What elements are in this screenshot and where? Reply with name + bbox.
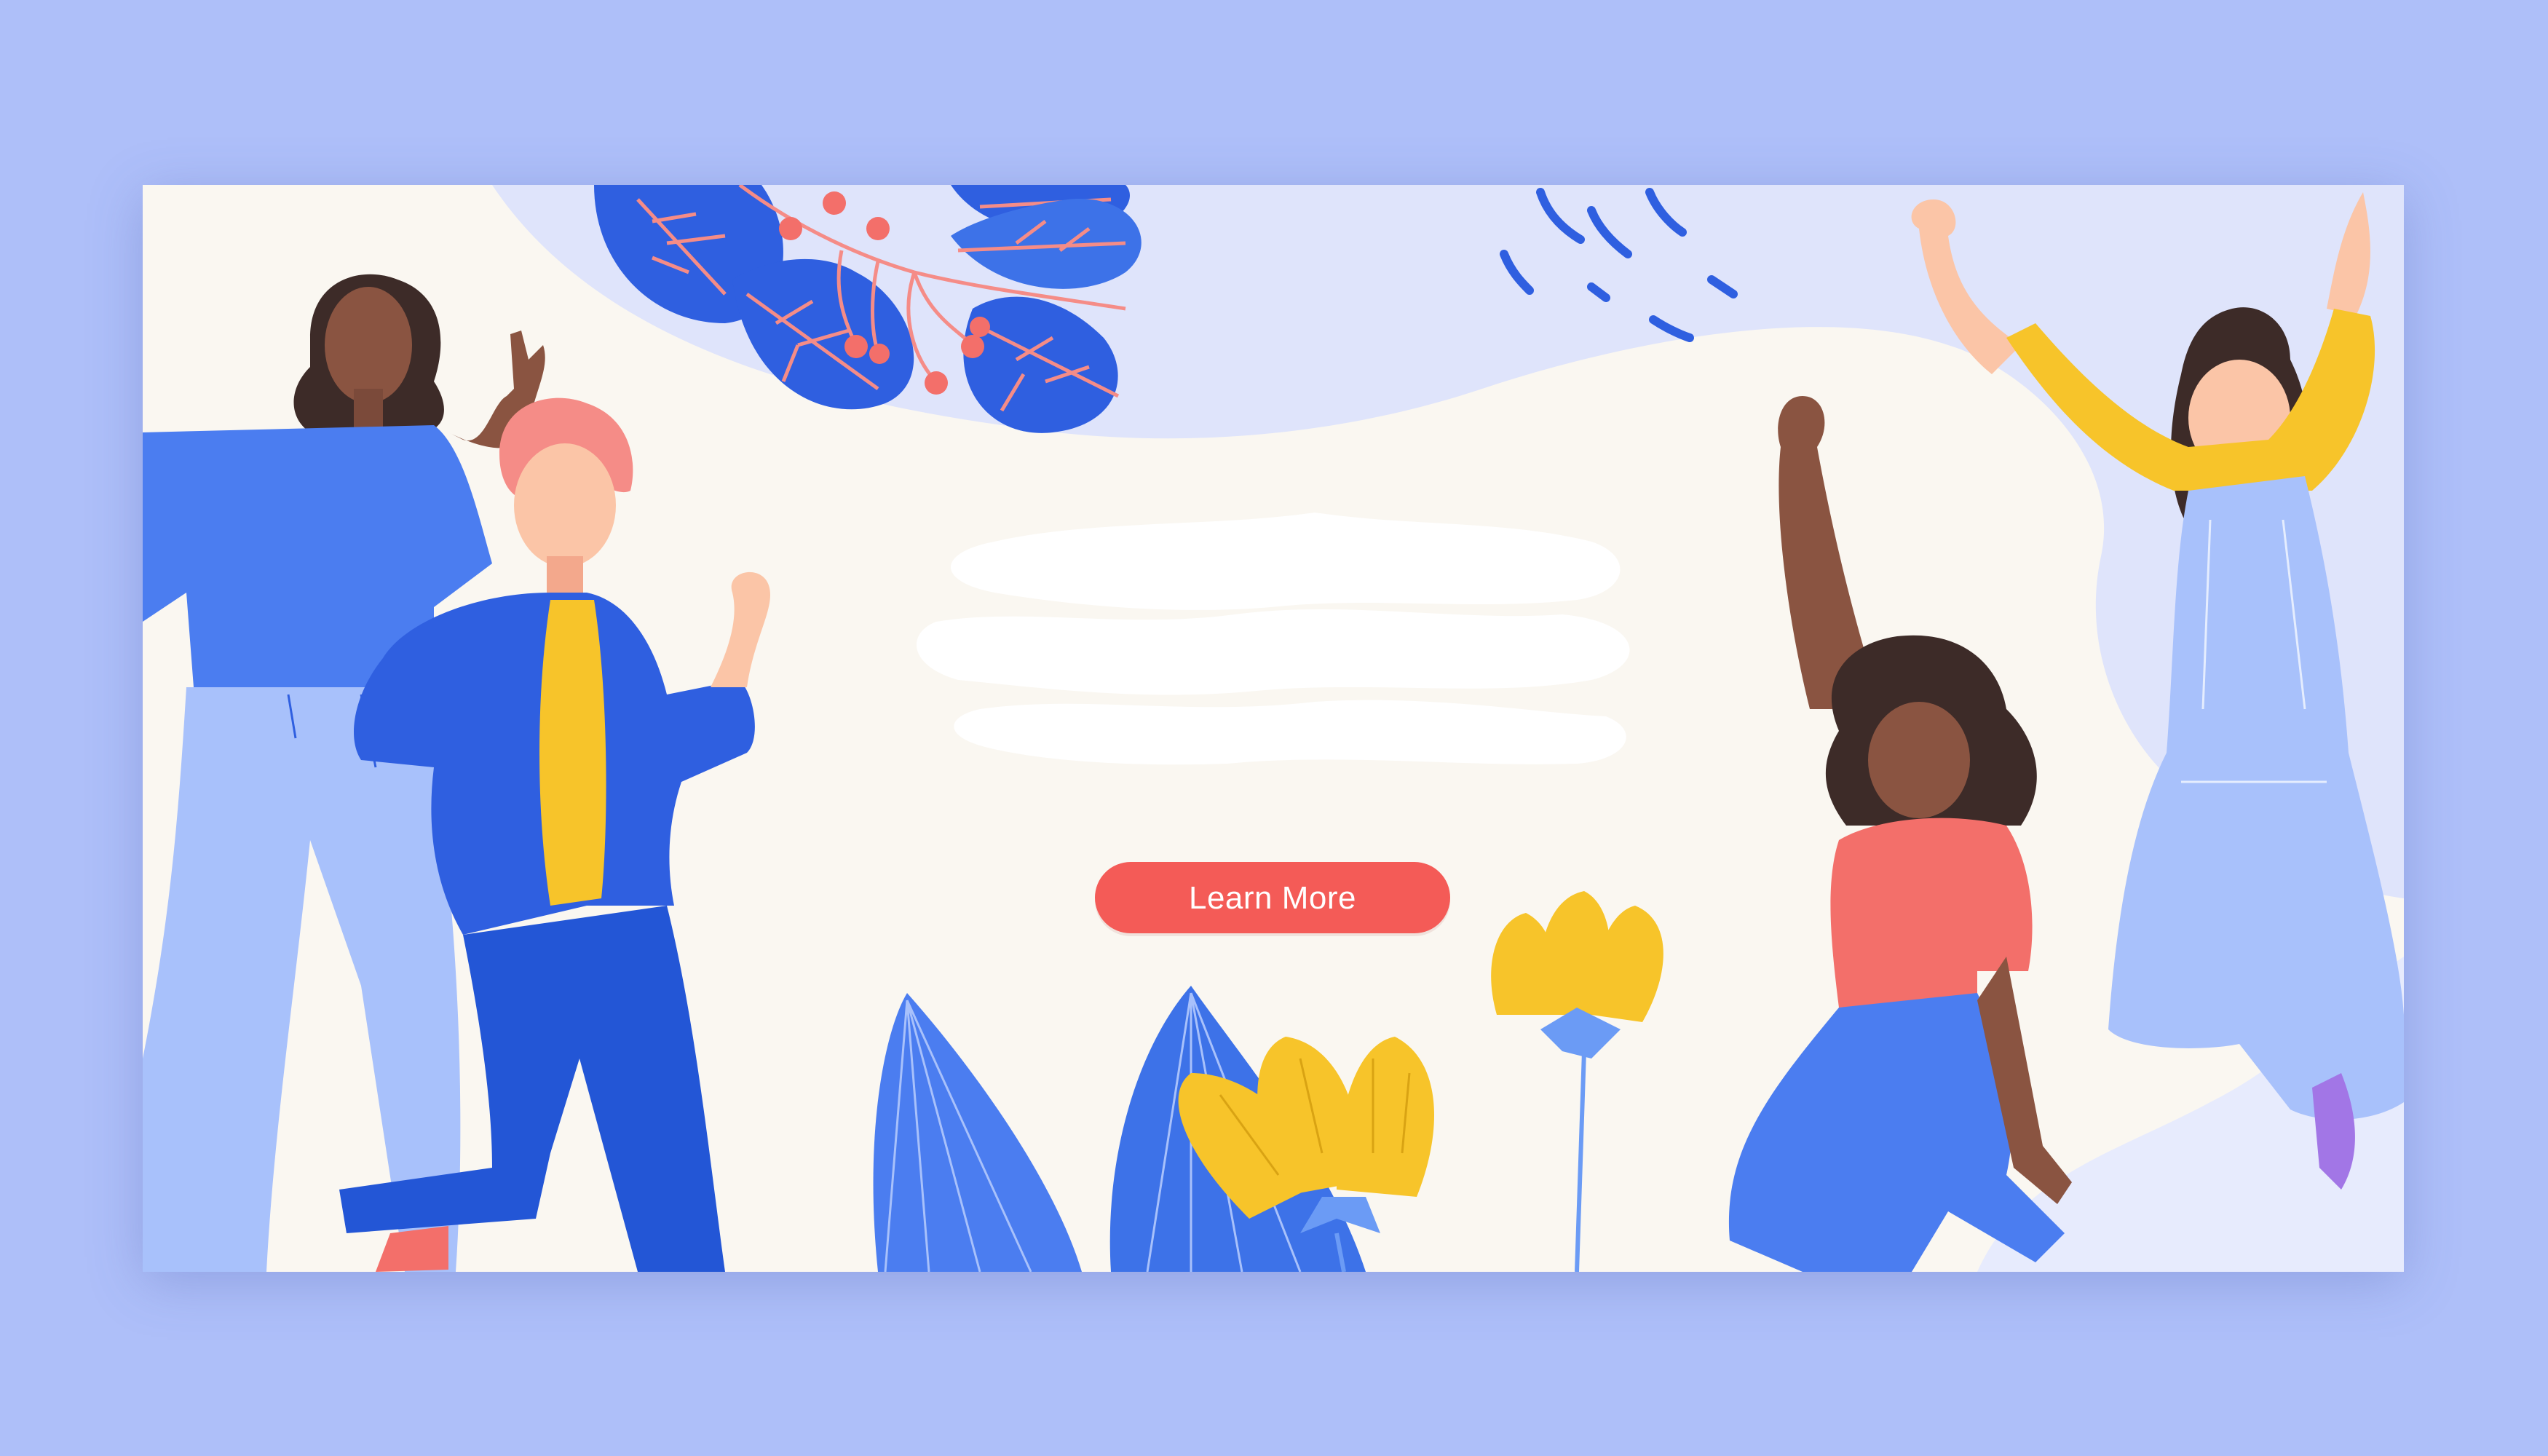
headline-redacted <box>907 513 1766 767</box>
hero-banner: Learn More <box>143 185 2404 1272</box>
learn-more-button[interactable]: Learn More <box>1095 862 1450 933</box>
person-fist-raised <box>1728 396 2072 1272</box>
redacted-title-mark <box>916 513 1630 765</box>
page-background: Learn More <box>0 0 2548 1456</box>
